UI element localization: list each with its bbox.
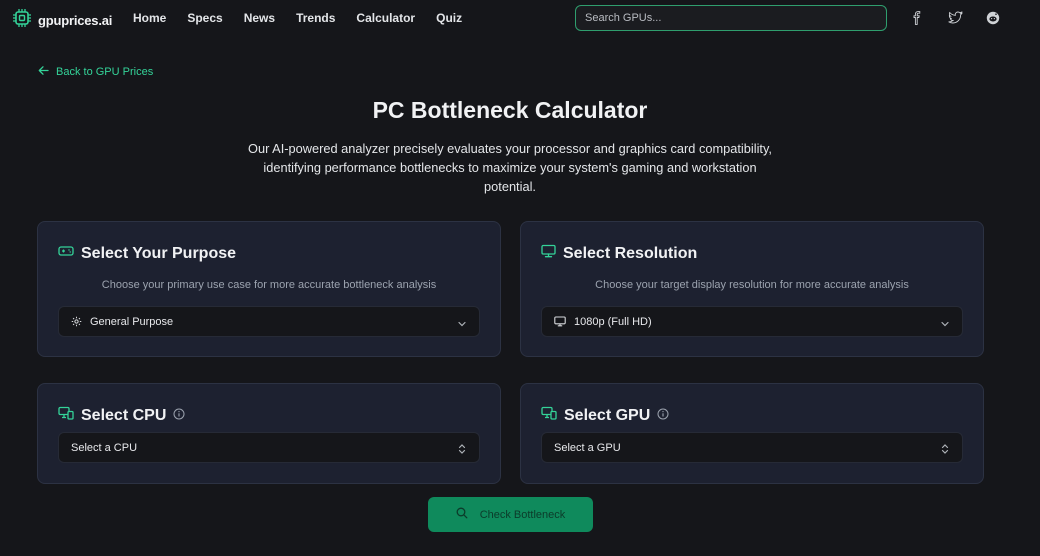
back-to-gpu-prices-link[interactable]: Back to GPU Prices [38,63,153,81]
resolution-card-subtitle: Choose your target display resolution fo… [595,279,909,291]
info-icon[interactable] [657,407,669,425]
devices-icon [58,406,74,425]
cpu-card-header: Select CPU [58,406,185,425]
check-bottleneck-label: Check Bottleneck [479,508,566,521]
facebook-icon[interactable] [909,10,925,26]
back-link-label: Back to GPU Prices [56,66,154,78]
chevron-down-icon [940,316,950,334]
nav-link-trends[interactable]: Trends [296,11,335,25]
nav-link-calculator[interactable]: Calculator [356,11,415,25]
page-title: PC Bottleneck Calculator [372,97,648,123]
purpose-select-value: General Purpose [90,315,174,328]
nav-link-quiz[interactable]: Quiz [436,11,462,25]
purpose-card: Select Your Purpose Choose your primary … [37,221,501,357]
resolution-select-value: 1080p (Full HD) [574,315,652,328]
gpu-select[interactable]: Select a GPU [541,432,963,463]
nav-link-news[interactable]: News [244,11,275,25]
twitter-icon[interactable] [947,10,963,26]
resolution-select[interactable]: 1080p (Full HD) [541,306,963,337]
monitor-icon [554,316,566,327]
gamepad-icon [58,244,74,263]
nav-link-specs[interactable]: Specs [187,11,222,25]
nav-link-home[interactable]: Home [133,11,166,25]
gpu-card-header: Select GPU [541,406,669,425]
reddit-icon[interactable] [985,10,1001,26]
chevron-up-down-icon [940,442,950,460]
purpose-card-subtitle: Choose your primary use case for more ac… [101,279,437,291]
arrow-left-icon [38,63,49,81]
resolution-card-title: Select Resolution [563,244,698,262]
chevron-up-down-icon [457,442,467,460]
nav-links: Home Specs News Trends Calculator Quiz [133,11,483,25]
top-nav: gpuprices.ai Home Specs News Trends Calc… [0,0,1040,36]
gear-icon [71,316,82,327]
monitor-icon [541,244,556,263]
chip-icon [12,8,32,33]
chevron-down-icon [457,316,467,334]
purpose-select[interactable]: General Purpose [58,306,480,337]
brand-name: gpuprices.ai [38,13,113,28]
devices-icon [541,406,557,425]
gpu-card-title: Select GPU [564,406,651,424]
gpu-card: Select GPU Select a GPU [520,383,984,484]
page-description: Our AI-powered analyzer precisely evalua… [248,141,772,194]
check-bottleneck-button[interactable]: Check Bottleneck [428,497,593,532]
purpose-card-header: Select Your Purpose [58,244,236,263]
brand-logo[interactable]: gpuprices.ai [12,8,112,33]
cpu-select-placeholder: Select a CPU [71,441,138,454]
cpu-select[interactable]: Select a CPU [58,432,480,463]
info-icon[interactable] [173,407,185,425]
search-input[interactable] [575,5,887,31]
resolution-card-header: Select Resolution [541,244,697,263]
resolution-card: Select Resolution Choose your target dis… [520,221,984,357]
search-icon [456,507,468,522]
purpose-card-title: Select Your Purpose [81,244,237,262]
cpu-card: Select CPU Select a CPU [37,383,501,484]
cpu-card-title: Select CPU [81,406,167,424]
gpu-select-placeholder: Select a GPU [554,441,621,454]
